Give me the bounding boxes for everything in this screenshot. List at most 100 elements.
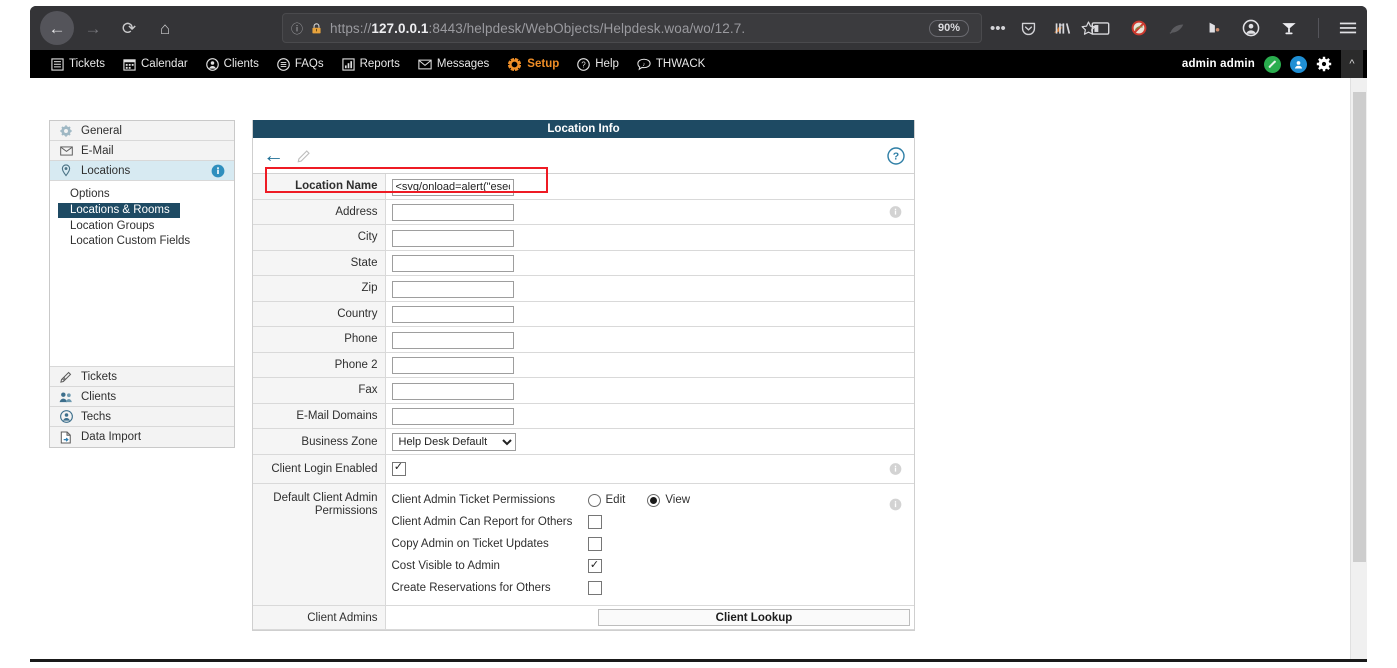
nav-item-tickets[interactable]: Tickets (42, 50, 114, 78)
field-value-cell: Client Lookup (385, 605, 914, 630)
radio-label: Edit (605, 494, 626, 506)
help-question-icon[interactable]: ? (887, 147, 905, 165)
nav-item-reports[interactable]: Reports (333, 50, 409, 78)
info-icon[interactable] (889, 498, 902, 511)
sidebar-subitem-locations-rooms[interactable]: Locations & Rooms (58, 203, 180, 218)
phone-input[interactable] (391, 331, 514, 349)
table-row: State (253, 250, 914, 276)
nav-item-thwack[interactable]: ♪ THWACK (628, 50, 714, 78)
country-input[interactable] (391, 306, 514, 323)
insecure-lock-warning-icon[interactable] (310, 22, 323, 35)
addon-icon[interactable] (1168, 20, 1186, 36)
page-title: Location Info (253, 120, 914, 138)
pencil-icon[interactable] (297, 148, 312, 163)
state-input[interactable] (391, 255, 514, 272)
table-row: Default Client Admin Permissions Client … (253, 483, 914, 606)
copy-admin-ticket-updates-checkbox[interactable] (587, 537, 602, 551)
svg-text:♪: ♪ (642, 61, 645, 67)
phone2-input[interactable] (391, 357, 514, 374)
field-value-cell (385, 250, 914, 276)
gear-icon (59, 124, 73, 137)
blue-profile-icon[interactable] (1290, 55, 1307, 73)
field-label: Location Name (253, 174, 386, 200)
nav-item-clients[interactable]: Clients (197, 50, 268, 78)
addon-alt-icon[interactable] (1206, 20, 1222, 36)
nav-label: Tickets (69, 58, 105, 70)
radio-option-view[interactable]: View (647, 493, 691, 507)
back-arrow-icon[interactable]: ← (40, 11, 74, 45)
nav-item-calendar[interactable]: Calendar (114, 50, 197, 78)
sidebar-subitem-location-custom-fields[interactable]: Location Custom Fields (58, 234, 228, 249)
field-label: Client Login Enabled (253, 454, 386, 484)
radio-label: View (665, 494, 691, 506)
fax-input[interactable] (391, 382, 514, 400)
address-input[interactable] (391, 204, 514, 221)
page-info-icon[interactable]: ⓘ (291, 20, 303, 37)
url-text[interactable]: https://127.0.0.1:8443/helpdesk/WebObjec… (330, 21, 922, 36)
client-login-enabled-checkbox[interactable]: ✓ (391, 461, 406, 476)
scrollbar-thumb[interactable] (1353, 92, 1366, 562)
client-lookup-button[interactable]: Client Lookup (598, 609, 910, 626)
gear-settings-icon[interactable] (1316, 56, 1332, 72)
client-admin-report-others-checkbox[interactable] (587, 515, 602, 529)
nav-item-setup[interactable]: Setup (498, 50, 568, 78)
nav-item-faqs[interactable]: FAQs (268, 50, 333, 78)
nav-label: Setup (527, 58, 560, 70)
pocket-icon[interactable] (1020, 20, 1037, 37)
field-value-cell: ✓ (385, 454, 914, 484)
sidebar-item-email[interactable]: E-Mail (50, 141, 234, 161)
sidebar-item-general[interactable]: General (50, 121, 234, 141)
nav-item-help[interactable]: ? Help (568, 50, 628, 78)
field-value-cell: Help Desk Default (385, 428, 914, 455)
location-name-input[interactable] (391, 178, 514, 196)
info-icon[interactable] (889, 205, 902, 218)
field-label: Zip (253, 275, 386, 302)
ellipsis-icon[interactable]: ••• (990, 20, 1006, 37)
edit-radio[interactable] (587, 493, 601, 507)
cost-visible-to-admin-checkbox[interactable]: ✓ (587, 559, 602, 573)
address-bar[interactable]: ⓘ https://127.0.0.1:8443/helpdesk/WebObj… (282, 13, 982, 43)
gear-icon (507, 56, 522, 72)
forward-arrow-icon[interactable]: → (76, 11, 110, 45)
sidebar-item-locations[interactable]: Locations (50, 161, 234, 181)
sidebar-item-techs[interactable]: Techs (50, 407, 234, 427)
nav-item-messages[interactable]: Messages (409, 50, 498, 78)
permission-checkbox-row: Create Reservations for Others (392, 577, 909, 599)
library-icon[interactable] (1054, 21, 1071, 36)
view-radio[interactable] (647, 493, 661, 507)
sidebar-subitem-location-groups[interactable]: Location Groups (58, 219, 228, 234)
blocked-icon[interactable] (1130, 19, 1148, 37)
shield-icon[interactable] (1280, 19, 1298, 37)
page-scrollbar[interactable] (1350, 78, 1367, 662)
sidebar-item-clients[interactable]: Clients (50, 387, 234, 407)
nav-label: Reports (359, 58, 400, 70)
sidebar-icon[interactable] (1091, 21, 1110, 36)
field-value-cell (385, 199, 914, 225)
field-label: City (253, 224, 386, 251)
table-row: Client Admins Client Lookup (253, 605, 914, 630)
question-icon: ? (577, 57, 591, 71)
reload-icon[interactable]: ⟳ (112, 11, 146, 45)
info-icon[interactable] (211, 164, 225, 178)
sidebar-item-data-import[interactable]: Data Import (50, 427, 234, 447)
sidebar-item-tickets[interactable]: Tickets (50, 367, 234, 387)
chevron-up-icon[interactable]: ^ (1341, 50, 1363, 78)
field-value-cell (385, 377, 914, 404)
zoom-level-indicator[interactable]: 90% (928, 19, 969, 37)
back-arrow-icon[interactable]: ← (263, 145, 284, 166)
field-label: State (253, 250, 386, 276)
field-label: Phone (253, 326, 386, 353)
create-reservations-others-checkbox[interactable] (587, 581, 602, 595)
radio-option-edit[interactable]: Edit (587, 493, 626, 507)
home-icon[interactable]: ⌂ (148, 11, 182, 45)
zip-input[interactable] (391, 280, 514, 298)
city-input[interactable] (391, 229, 514, 247)
green-status-icon[interactable] (1264, 55, 1281, 73)
table-row: Business Zone Help Desk Default (253, 428, 914, 455)
business-zone-select[interactable]: Help Desk Default (391, 433, 516, 451)
info-icon[interactable] (889, 463, 902, 476)
account-circle-icon[interactable] (1242, 19, 1260, 37)
sidebar-subitem-options[interactable]: Options (58, 187, 228, 202)
hamburger-menu-icon[interactable] (1339, 21, 1357, 35)
email-domains-input[interactable] (391, 408, 514, 425)
